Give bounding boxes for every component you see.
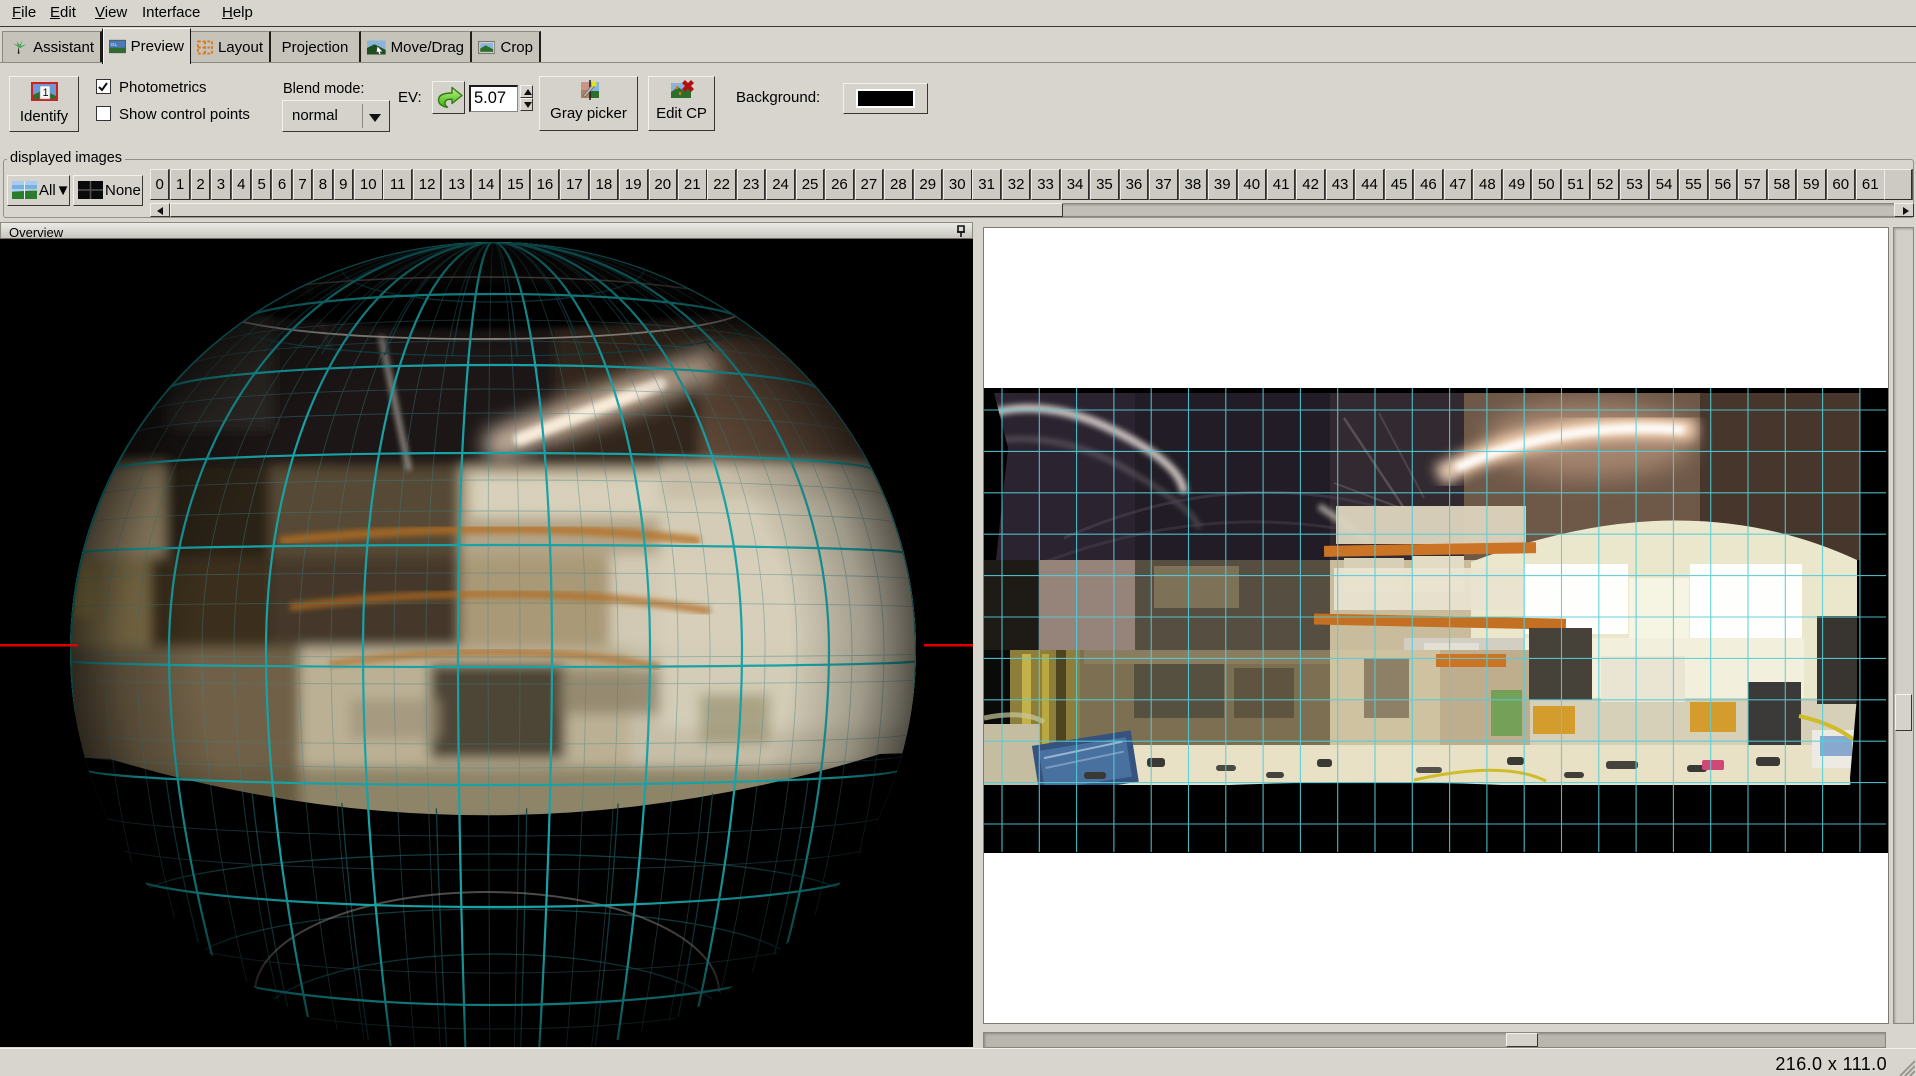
svg-text:GL: GL bbox=[111, 42, 118, 48]
svg-text:1: 1 bbox=[42, 87, 48, 99]
